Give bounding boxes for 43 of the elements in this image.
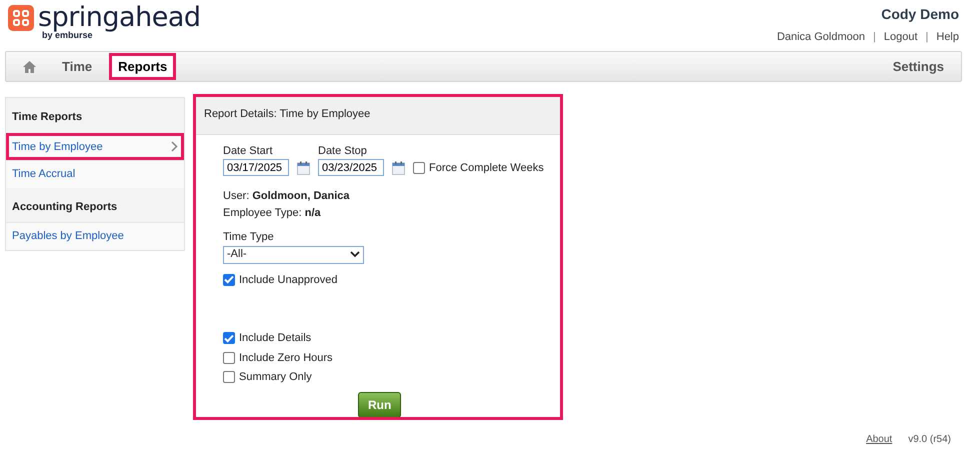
employee-type-text: Employee Type: n/a — [223, 206, 322, 220]
date-field[interactable]: 03/17/2025 — [223, 159, 289, 176]
section-heading: Time Reports — [11, 110, 84, 125]
checkbox-label: Include Details — [239, 331, 312, 346]
company-name: Cody Demo — [881, 5, 959, 24]
checkbox-label: Include Zero Hours — [239, 350, 333, 366]
nav-tab[interactable]: Time — [53, 52, 102, 80]
about-link[interactable]: About — [866, 432, 892, 447]
caret-icon — [350, 251, 360, 258]
user-text: User: Goldmoon, Danica — [223, 189, 351, 204]
sidebar-link[interactable]: Payables by Employee — [6, 222, 184, 250]
field-label: Time Type — [223, 230, 275, 245]
header-link[interactable]: Help — [936, 29, 959, 46]
logo-subtext: by emburse — [42, 31, 93, 40]
nav-tab[interactable]: Reports — [109, 52, 176, 80]
chevron-icon — [171, 141, 178, 152]
date-field[interactable]: 03/23/2025 — [318, 159, 384, 176]
checkbox[interactable] — [413, 162, 425, 174]
checkbox[interactable] — [223, 274, 235, 286]
header-link[interactable]: Logout — [884, 29, 918, 46]
field-label: Date Start — [223, 144, 274, 158]
panel-title: Report Details: Time by Employee — [194, 95, 562, 134]
home-icon — [23, 61, 36, 74]
checkbox-label: Force Complete Weeks — [429, 160, 544, 176]
checkbox[interactable] — [223, 371, 235, 384]
separator: | — [926, 30, 928, 45]
calendar-icon[interactable] — [297, 160, 310, 174]
calendar-icon[interactable] — [392, 160, 405, 174]
checkbox-label: Include Unapproved — [239, 272, 338, 288]
separator: | — [873, 30, 876, 45]
header-link[interactable]: Danica Goldmoon — [776, 29, 865, 46]
settings-tab[interactable]: Settings — [884, 52, 953, 80]
section-heading: Accounting Reports — [11, 200, 118, 214]
sidebar-link[interactable]: Time by Employee — [6, 132, 184, 160]
checkbox[interactable] — [223, 332, 235, 344]
time-type-select[interactable]: -All- — [223, 246, 364, 264]
logo-text: springahead — [38, 4, 201, 31]
sidebar-link[interactable]: Time Accrual — [6, 160, 184, 188]
checkbox-label: Summary Only — [239, 370, 312, 385]
field-label: Date Stop — [318, 144, 368, 158]
checkbox[interactable] — [223, 352, 235, 364]
logo-icon — [8, 4, 34, 30]
version-text: v9.0 (r54) — [908, 433, 951, 447]
